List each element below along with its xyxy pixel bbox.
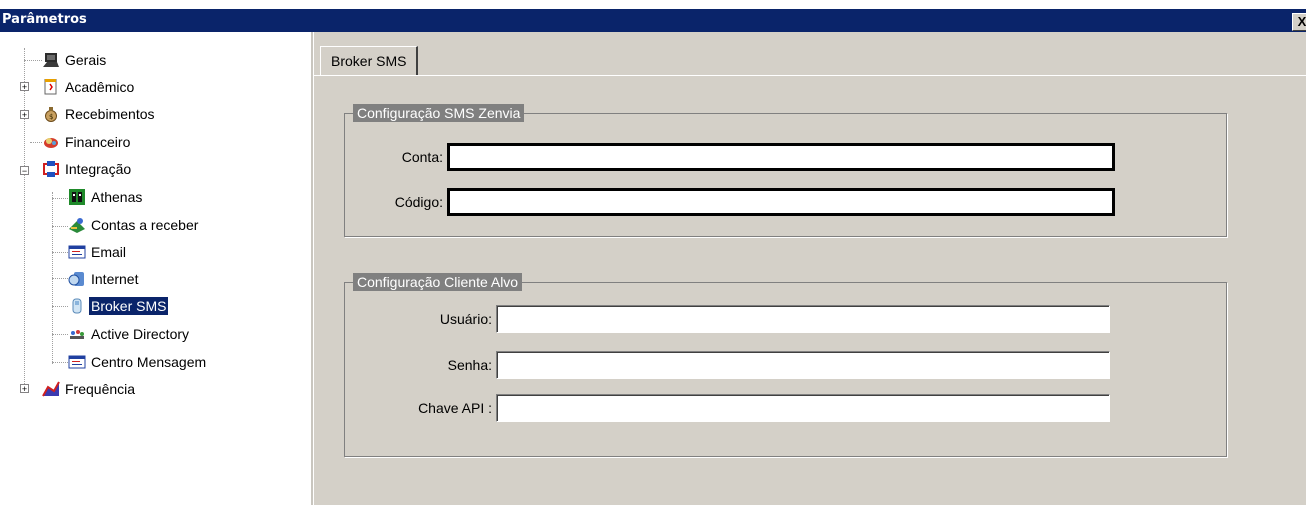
chave-api-row: Chave API : xyxy=(345,394,1110,422)
chave-api-label: Chave API : xyxy=(418,400,492,416)
expand-academico-icon[interactable]: + xyxy=(20,82,29,92)
tree-branch xyxy=(52,362,68,363)
zenvia-legend: Configuração SMS Zenvia xyxy=(353,104,525,122)
tree-branch xyxy=(24,60,42,61)
conta-row: Conta: xyxy=(345,143,1115,171)
tree-item-academico[interactable]: Acadêmico xyxy=(42,77,136,97)
tab-strip: Broker SMS xyxy=(314,32,1306,76)
tree-item-integracao[interactable]: Integração xyxy=(42,159,133,179)
zenvia-group: Configuração SMS Zenvia Conta: Código: xyxy=(344,104,1227,237)
tree-item-frequencia[interactable]: Frequência xyxy=(42,379,137,399)
tab-broker-sms[interactable]: Broker SMS xyxy=(320,46,419,75)
tree-item-gerais[interactable]: Gerais xyxy=(42,50,108,70)
tab-divider xyxy=(314,75,1306,76)
expand-recebimentos-icon[interactable]: + xyxy=(20,110,29,120)
codigo-row: Código: xyxy=(345,188,1115,216)
tree-item-broker-sms[interactable]: Broker SMS xyxy=(68,296,170,316)
email-icon xyxy=(68,245,86,259)
tree-item-internet[interactable]: Internet xyxy=(68,269,140,289)
chave-api-input[interactable] xyxy=(496,394,1110,422)
usuario-label: Usuário: xyxy=(439,311,492,327)
close-button[interactable]: X xyxy=(1292,13,1306,31)
cliente-alvo-legend: Configuração Cliente Alvo xyxy=(353,273,523,291)
tree-branch xyxy=(30,142,42,143)
senha-input[interactable] xyxy=(496,351,1110,379)
expand-frequencia-icon[interactable]: + xyxy=(20,384,29,394)
document-icon xyxy=(44,79,57,95)
tree-item-recebimentos[interactable]: $ Recebimentos xyxy=(42,104,157,124)
phone-icon xyxy=(72,298,82,314)
cliente-alvo-group: Configuração Cliente Alvo Usuário: Senha… xyxy=(344,273,1227,457)
left-margin xyxy=(0,32,16,505)
senha-label: Senha: xyxy=(447,357,492,373)
tree-branch xyxy=(52,306,68,307)
receivables-icon xyxy=(69,218,85,233)
frequency-icon xyxy=(42,381,60,397)
finance-icon xyxy=(44,138,58,148)
codigo-input[interactable] xyxy=(447,188,1115,216)
users-icon xyxy=(70,330,84,339)
money-bag-icon: $ xyxy=(45,107,57,122)
tree-branch xyxy=(52,198,68,199)
settings-tree[interactable]: + + − + Gerais Acadêmico $ Recebimentos xyxy=(16,32,313,505)
tree-item-financeiro[interactable]: Financeiro xyxy=(42,132,132,152)
config-panel: Broker SMS Configuração SMS Zenvia Conta… xyxy=(313,32,1306,505)
tree-branch xyxy=(52,252,68,253)
integration-icon xyxy=(43,161,59,177)
window-title: Parâmetros xyxy=(2,12,87,27)
usuario-row: Usuário: xyxy=(345,305,1110,333)
tree-item-email[interactable]: Email xyxy=(68,242,128,262)
tree-item-centro-mensagem[interactable]: Centro Mensagem xyxy=(68,352,208,372)
title-bar[interactable]: Parâmetros X xyxy=(0,9,1306,32)
codigo-label: Código: xyxy=(394,194,443,210)
svg-text:$: $ xyxy=(49,113,53,121)
message-icon xyxy=(68,355,86,369)
conta-input[interactable] xyxy=(447,143,1115,171)
athenas-icon xyxy=(69,189,85,205)
conta-label: Conta: xyxy=(401,149,443,165)
tree-root-line xyxy=(24,48,25,392)
tree-branch xyxy=(52,226,68,227)
internet-icon xyxy=(68,272,84,286)
parametros-window: Parâmetros X + + − + Gerais Acadêmico $ … xyxy=(0,0,1306,505)
senha-row: Senha: xyxy=(345,351,1110,379)
tree-branch xyxy=(52,278,68,279)
tree-branch xyxy=(52,334,68,335)
tree-item-active-directory[interactable]: Active Directory xyxy=(68,324,191,344)
computer-icon xyxy=(43,53,59,67)
usuario-input[interactable] xyxy=(496,305,1110,333)
tree-item-athenas[interactable]: Athenas xyxy=(68,187,144,207)
collapse-integracao-icon[interactable]: − xyxy=(20,166,29,176)
tree-item-contas-a-receber[interactable]: Contas a receber xyxy=(68,215,200,235)
